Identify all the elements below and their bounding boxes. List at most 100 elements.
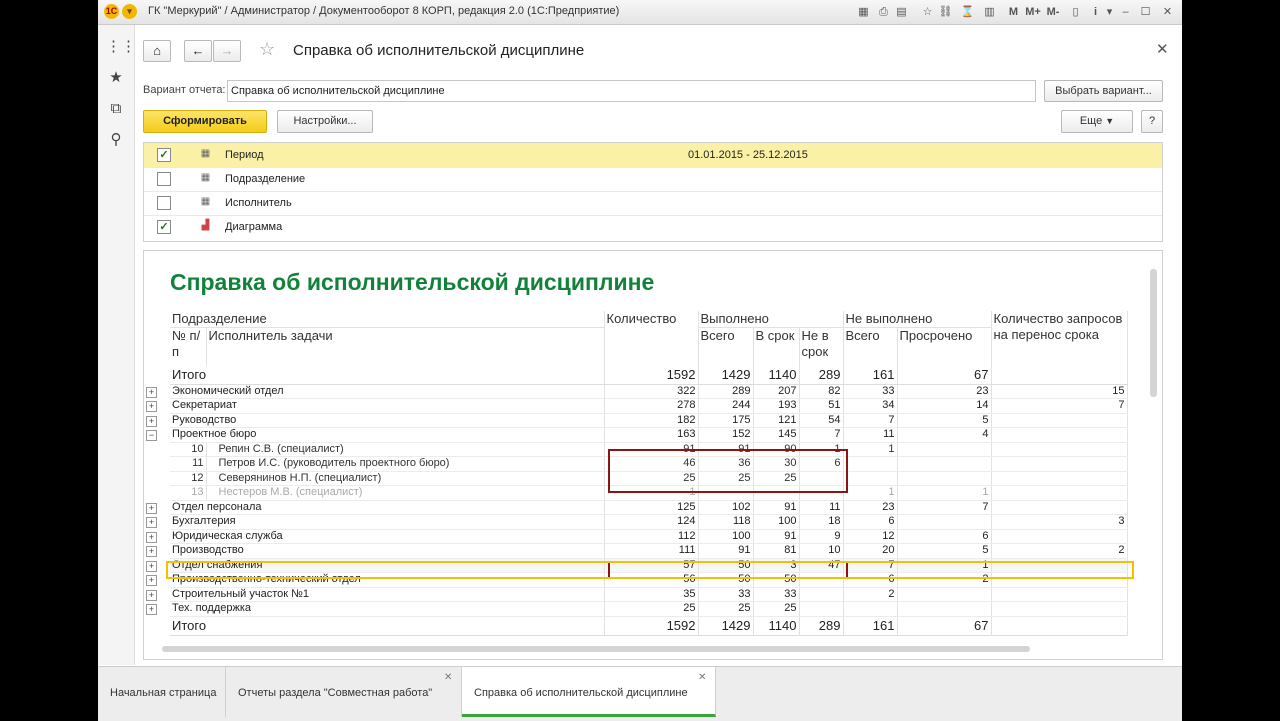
star-icon[interactable]: ☆ (259, 39, 275, 60)
horizontal-scrollbar[interactable] (162, 646, 1030, 652)
cell (991, 471, 1128, 486)
memory-button[interactable]: M (1006, 4, 1021, 20)
param-row-chart[interactable]: ✓ ▟ Диаграмма (144, 215, 1162, 239)
tab-reports[interactable]: Отчеты раздела "Совместная работа" ✕ (226, 667, 462, 717)
history-icon[interactable]: ⌛ (960, 4, 975, 20)
forward-button[interactable]: → (213, 40, 241, 62)
expand-icon[interactable]: + (146, 604, 157, 615)
expand-icon[interactable]: + (146, 531, 157, 543)
minimize-icon[interactable]: – (1118, 4, 1133, 20)
param-checkbox[interactable] (157, 196, 171, 210)
help-button[interactable]: ? (1141, 110, 1163, 133)
cell: 289 (799, 365, 844, 385)
close-window-icon[interactable]: ✕ (1160, 4, 1175, 20)
star-icon[interactable]: ★ (106, 68, 126, 88)
cell: 161 (843, 365, 898, 385)
home-button[interactable]: ⌂ (143, 40, 171, 62)
param-checkbox[interactable]: ✓ (157, 220, 171, 234)
expand-icon[interactable]: + (146, 401, 157, 412)
expand-icon[interactable]: + (146, 560, 157, 572)
department-row[interactable]: + Строительный участок №1 35 33 33 2 (146, 587, 1128, 602)
print-icon[interactable]: ⎙ (876, 4, 891, 20)
vertical-scrollbar[interactable] (1150, 269, 1157, 397)
param-row-period[interactable]: ✓ ▦ Период 01.01.2015 - 25.12.2015 (144, 143, 1162, 168)
cell: 175 (698, 413, 754, 428)
tab-home[interactable]: Начальная страница (98, 667, 226, 717)
cell: 7 (843, 413, 898, 428)
memory-minus-button[interactable]: M- (1044, 4, 1062, 20)
param-row-department[interactable]: ▦ Подразделение (144, 167, 1162, 192)
cell: 6 (897, 529, 992, 544)
cell: 91 (698, 543, 754, 559)
report-title: Справка об исполнительской дисциплине (170, 269, 655, 295)
department-row[interactable]: + Юридическая служба 112 100 91 9 12 6 (146, 529, 1128, 544)
expand-icon[interactable]: + (146, 546, 157, 557)
collapse-icon[interactable]: − (146, 430, 157, 441)
back-button[interactable]: ← (184, 40, 212, 62)
favorites-add-icon[interactable]: ☆ (920, 4, 935, 20)
settings-button[interactable]: Настройки... (277, 110, 373, 133)
arrow-right-icon: → (220, 43, 234, 58)
variant-input[interactable]: Справка об исполнительской дисциплине (227, 80, 1036, 102)
cell: 23 (843, 500, 898, 515)
department-row[interactable]: + Экономический отдел 322 289 207 82 33 23 15 (146, 384, 1128, 399)
dept-cell: + Секретариат (146, 398, 605, 414)
left-panel: ⋮⋮ ★ ⧉ ⚲ (98, 25, 136, 665)
apps-grid-icon[interactable]: ⋮⋮ (106, 37, 136, 57)
department-row[interactable]: + Руководство 182 175 121 54 7 5 (146, 413, 1128, 428)
link-icon[interactable]: ⛓ (938, 4, 953, 20)
cell (991, 529, 1128, 544)
header-done: Выполнено (698, 311, 844, 328)
choose-variant-button[interactable]: Выбрать вариант... (1044, 80, 1163, 102)
cell: 289 (698, 384, 754, 399)
cell: 1429 (698, 616, 754, 636)
expand-icon[interactable]: + (146, 502, 157, 514)
close-icon[interactable]: ✕ (444, 673, 452, 683)
chevron-down-icon[interactable]: ▾ (1102, 4, 1117, 20)
param-value[interactable]: 01.01.2015 - 25.12.2015 (688, 149, 808, 161)
department-row[interactable]: − Проектное бюро 163 152 145 7 11 4 (146, 427, 1128, 443)
department-row[interactable]: + Отдел персонала 125 102 91 11 23 7 (146, 500, 1128, 515)
cell: 193 (753, 398, 800, 414)
department-row[interactable]: + Производство 111 91 81 10 20 5 2 (146, 543, 1128, 559)
grid-icon[interactable]: ▦ (856, 4, 871, 20)
close-icon[interactable]: ✕ (1156, 40, 1169, 58)
expand-icon[interactable]: + (146, 415, 157, 427)
generate-button[interactable]: Сформировать (143, 110, 267, 133)
calendar-icon[interactable]: ▥ (982, 4, 997, 20)
expand-icon[interactable]: + (146, 386, 157, 398)
search-icon[interactable]: ⚲ (106, 130, 126, 150)
department-name: Производство (172, 544, 244, 557)
row-number: 13 (170, 485, 207, 501)
department-row[interactable]: + Секретариат 278 244 193 51 34 14 7 (146, 398, 1128, 414)
maximize-icon[interactable]: ☐ (1138, 4, 1153, 20)
header-executor: Исполнитель задачи (206, 327, 605, 366)
param-checkbox[interactable]: ✓ (157, 148, 171, 162)
header-done-ontime: В срок (753, 327, 800, 366)
preview-icon[interactable]: ▤ (894, 4, 909, 20)
cell: 82 (799, 384, 844, 399)
total-label: Итого (170, 616, 605, 636)
param-checkbox[interactable] (157, 172, 171, 186)
cell (897, 456, 992, 472)
cell: 7 (991, 398, 1128, 414)
window-layout-icon[interactable]: ▯ (1068, 4, 1083, 20)
cell (897, 601, 992, 617)
expand-icon[interactable]: + (146, 575, 157, 586)
department-row[interactable]: + Тех. поддержка 25 25 25 (146, 601, 1128, 617)
app-logo-icon[interactable]: 1С (104, 4, 119, 19)
param-row-executor[interactable]: ▦ Исполнитель (144, 191, 1162, 216)
expand-icon[interactable]: + (146, 589, 157, 601)
main-menu-icon[interactable]: ▾ (122, 4, 137, 19)
tab-current-report[interactable]: Справка об исполнительской дисциплине ✕ (462, 667, 716, 717)
more-button[interactable]: Еще ▼ (1061, 110, 1133, 133)
department-name: Секретариат (172, 399, 237, 412)
cell: 7 (897, 500, 992, 515)
cell: 163 (604, 427, 699, 443)
expand-icon[interactable]: + (146, 517, 157, 528)
info-icon[interactable]: i (1088, 4, 1103, 20)
close-icon[interactable]: ✕ (698, 673, 706, 683)
history-icon[interactable]: ⧉ (106, 99, 126, 119)
department-row[interactable]: + Бухгалтерия 124 118 100 18 6 3 (146, 514, 1128, 530)
memory-plus-button[interactable]: M+ (1024, 4, 1042, 20)
